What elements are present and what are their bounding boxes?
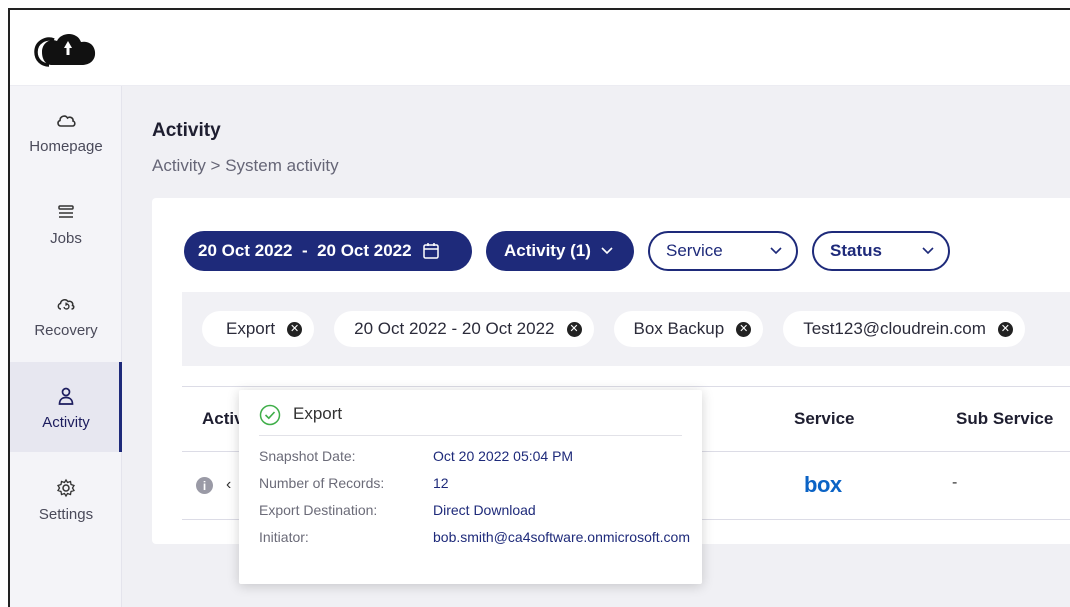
tooltip-value: Direct Download (433, 502, 536, 518)
sidebar-item-label: Recovery (34, 321, 98, 339)
tooltip-value: Oct 20 2022 05:04 PM (433, 448, 574, 464)
top-bar (10, 10, 1070, 86)
activity-filter-label: Activity (1) (504, 241, 591, 260)
sidebar: Homepage Jobs Recovery Activity Settings (10, 86, 122, 607)
status-filter-dropdown[interactable]: Status (812, 231, 950, 271)
sidebar-item-recovery[interactable]: Recovery (10, 270, 122, 360)
status-filter-label: Status (830, 241, 882, 260)
tooltip-label: Snapshot Date: (259, 448, 356, 464)
tooltip-label: Number of Records: (259, 475, 385, 491)
remove-chip-icon[interactable]: ✕ (287, 321, 303, 337)
breadcrumb[interactable]: Activity > System activity (152, 156, 339, 176)
sub-service-cell: - (952, 474, 958, 491)
calendar-icon (422, 243, 439, 259)
service-filter-label: Service (666, 241, 723, 260)
column-header-service[interactable]: Service (794, 409, 855, 429)
filter-chip: Export ✕ (202, 311, 315, 347)
sidebar-item-label: Activity (42, 413, 90, 431)
tooltip-label: Initiator: (259, 529, 309, 545)
list-icon (58, 204, 74, 218)
tooltip-row: Initiator: bob.smith@ca4software.onmicro… (259, 529, 693, 546)
sidebar-item-activity[interactable]: Activity (10, 362, 122, 452)
tooltip-title: Export (293, 404, 343, 423)
date-range-filter[interactable]: 20 Oct 2022 - 20 Oct 2022 (184, 231, 472, 271)
filter-chip: Box Backup ✕ (613, 311, 764, 347)
export-details-tooltip: Export Snapshot Date: Oct 20 2022 05:04 … (239, 390, 702, 584)
activity-filter-dropdown[interactable]: Activity (1) (486, 231, 634, 271)
gear-icon (57, 478, 75, 497)
sidebar-item-label: Homepage (29, 137, 103, 155)
remove-chip-icon[interactable]: ✕ (736, 321, 752, 337)
box-logo: box (804, 472, 842, 497)
filter-chip: 20 Oct 2022 - 20 Oct 2022 ✕ (334, 311, 594, 347)
tooltip-label: Export Destination: (259, 502, 378, 518)
app-window: Homepage Jobs Recovery Activity Settings… (8, 8, 1070, 607)
remove-chip-icon[interactable]: ✕ (566, 321, 582, 337)
sidebar-item-settings[interactable]: Settings (10, 454, 122, 544)
chip-label: Box Backup (633, 319, 725, 338)
user-icon (58, 387, 74, 405)
chip-label: Export (226, 319, 276, 338)
filter-chip: Test123@cloudrein.com ✕ (783, 311, 1025, 347)
service-filter-dropdown[interactable]: Service (648, 231, 798, 271)
chip-label: 20 Oct 2022 - 20 Oct 2022 (354, 319, 555, 338)
check-circle-icon (259, 404, 281, 426)
chevron-down-icon (770, 247, 782, 255)
tooltip-value: 12 (433, 475, 449, 491)
recovery-icon (57, 298, 75, 310)
sidebar-item-label: Settings (38, 505, 94, 523)
cloud-icon (57, 114, 76, 127)
page-title: Activity (152, 120, 221, 141)
sidebar-item-homepage[interactable]: Homepage (10, 86, 122, 176)
tooltip-row: Export Destination: Direct Download (259, 502, 693, 519)
tooltip-row: Number of Records: 12 (259, 475, 693, 492)
cloud-logo-icon[interactable] (34, 26, 102, 70)
chip-label: Test123@cloudrein.com (803, 319, 986, 338)
active-filter-chips: Export ✕ 20 Oct 2022 - 20 Oct 2022 ✕ Box… (182, 292, 1070, 366)
remove-chip-icon[interactable]: ✕ (997, 321, 1013, 337)
date-range-label: 20 Oct 2022 - 20 Oct 2022 (198, 241, 412, 260)
info-icon[interactable]: i (196, 477, 213, 494)
filter-bar: 20 Oct 2022 - 20 Oct 2022 Activity (1) S… (184, 231, 950, 271)
tooltip-details: Snapshot Date: Oct 20 2022 05:04 PM Numb… (259, 448, 693, 556)
tooltip-header: Export (259, 404, 682, 436)
chevron-down-icon (601, 247, 613, 255)
row-status-icon: ‹ (226, 476, 232, 493)
tooltip-row: Snapshot Date: Oct 20 2022 05:04 PM (259, 448, 693, 465)
sidebar-item-jobs[interactable]: Jobs (10, 178, 122, 268)
column-header-sub-service[interactable]: Sub Service (956, 409, 1053, 429)
sidebar-item-label: Jobs (50, 229, 82, 247)
chevron-down-icon (922, 247, 934, 255)
tooltip-value: bob.smith@ca4software.onmicrosoft.com (433, 529, 690, 545)
